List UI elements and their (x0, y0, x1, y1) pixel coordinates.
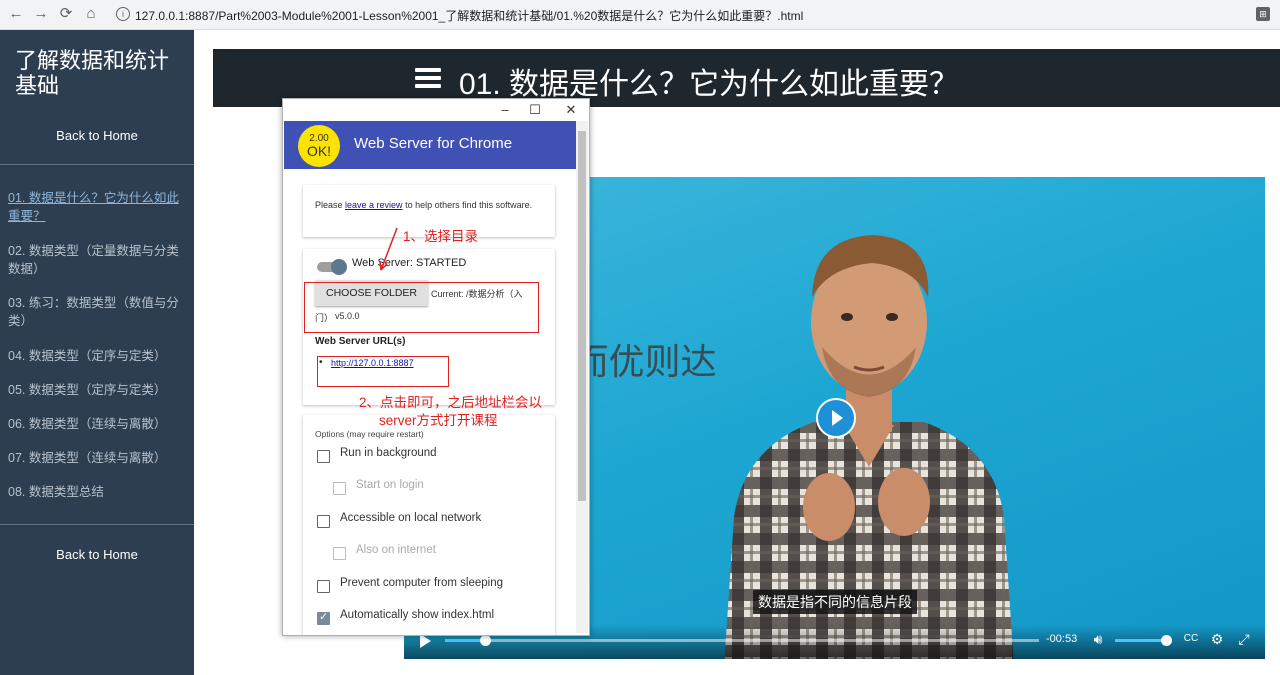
annotation-step2-line2: server方式打开课程 (379, 413, 498, 428)
annotation-arrow (379, 227, 398, 271)
annotation-step2-line1: 2、点击即可，之后地址栏会以 (359, 395, 543, 410)
annotation-step1: 1、选择目录 (403, 229, 479, 244)
